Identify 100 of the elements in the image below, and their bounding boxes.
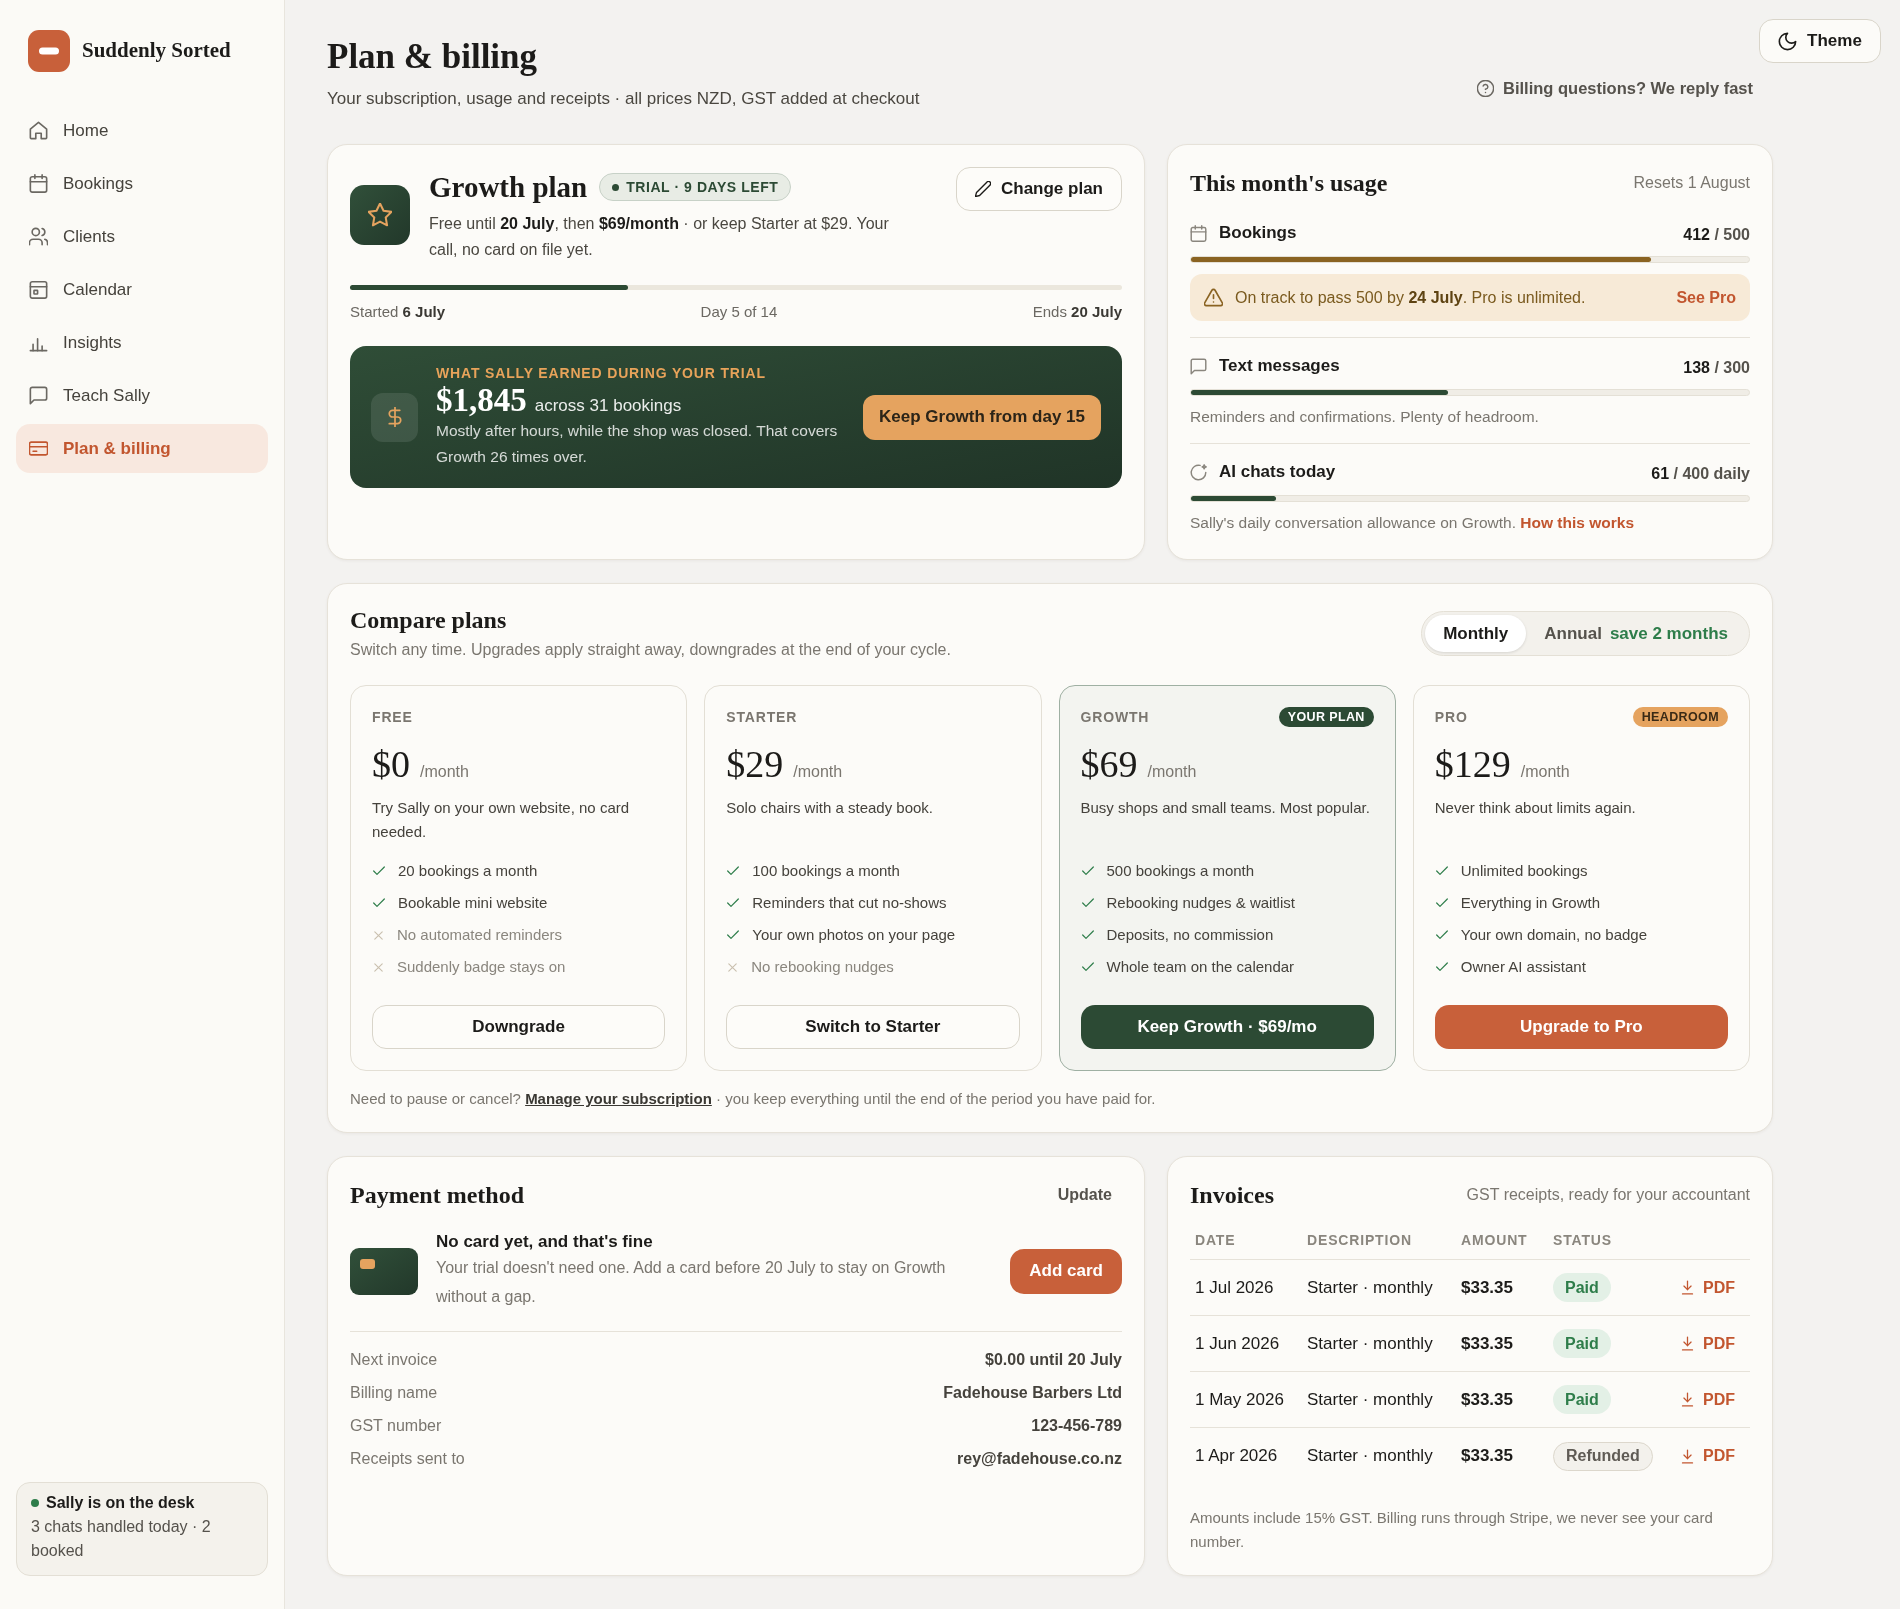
- plan-feature: Whole team on the calendar: [1106, 956, 1295, 977]
- help-icon: [1477, 80, 1494, 98]
- earnings-amount: $1,845: [436, 381, 527, 418]
- earnings-text: Mostly after hours, while the shop was closed. That covers Growth 26 times over.: [436, 421, 839, 468]
- detail-label: Receipts sent to: [350, 1449, 465, 1469]
- detail-value: 123-456-789: [1031, 1416, 1122, 1436]
- status-title: Sally is on the desk: [46, 1493, 195, 1513]
- plan-feature: Unlimited bookings: [1460, 860, 1588, 881]
- manage-subscription-link[interactable]: Manage your subscription: [525, 1090, 712, 1107]
- plan-action-button[interactable]: Keep Growth · $69/mo: [1080, 1005, 1374, 1049]
- billing-period-option[interactable]: Annual save 2 months: [1526, 615, 1746, 652]
- trial-days-text: TRIAL · 9 DAYS LEFT: [626, 177, 779, 197]
- alert-text: On track to pass 500 by 24 July. Pro is unlimited.: [1235, 287, 1586, 308]
- pencil-icon: [975, 181, 991, 197]
- plan-feature: 100 bookings a month: [752, 860, 900, 881]
- price-period: /month: [793, 762, 843, 782]
- change-plan-button[interactable]: Change plan: [956, 167, 1122, 211]
- sparkle-circle-icon: [1190, 463, 1207, 481]
- usage-label: Bookings: [1219, 222, 1297, 245]
- download-icon: [1680, 1336, 1695, 1351]
- status-badge: Refunded: [1553, 1441, 1653, 1471]
- chat-bubble-icon: [1190, 357, 1207, 375]
- credit-card-icon: [350, 1247, 418, 1295]
- trial-end-date: Ends 20 July: [1032, 302, 1122, 322]
- plan-description: Solo chairs with a steady book.: [726, 798, 935, 818]
- update-button[interactable]: Update: [1047, 1180, 1122, 1210]
- card-subtitle: GST receipts, ready for your accountant: [1466, 1185, 1750, 1205]
- nav-item[interactable]: Teach Sally: [16, 371, 268, 420]
- invoice-date: 1 Jul 2026: [1194, 1276, 1275, 1299]
- how-this-works-link[interactable]: How this works: [1520, 514, 1635, 531]
- invoice-footnote: Amounts include 15% GST. Billing runs through Stripe, we never see your card number.: [1190, 1508, 1714, 1552]
- usage-note: Reminders and confirmations. Plenty of headroom.: [1190, 407, 1540, 427]
- plan-action-button[interactable]: Downgrade: [372, 1005, 666, 1049]
- plan-feature: Bookable mini website: [398, 892, 548, 913]
- plan-feature: Your own domain, no badge: [1460, 924, 1647, 945]
- plan-feature: Suddenly badge stays on: [397, 956, 566, 977]
- detail-label: Next invoice: [350, 1350, 438, 1370]
- nav-item[interactable]: Insights: [16, 318, 268, 367]
- theme-button[interactable]: Theme: [1759, 19, 1881, 63]
- add-card-button[interactable]: Add card: [1010, 1248, 1122, 1294]
- brand-name: Suddenly Sorted: [82, 37, 231, 65]
- plan-feature: Your own photos on your page: [752, 924, 956, 945]
- moon-icon: [1778, 31, 1798, 51]
- pdf-download-link[interactable]: PDF: [1680, 1444, 1735, 1468]
- plan-action-button[interactable]: Switch to Starter: [726, 1005, 1020, 1049]
- pdf-download-link[interactable]: PDF: [1680, 1331, 1735, 1356]
- invoice-date: 1 May 2026: [1194, 1388, 1285, 1411]
- card-subtitle: Switch any time. Upgrades apply straight away, downgrades at the end of your cycle.: [350, 640, 951, 660]
- invoice-description: Starter · monthly: [1307, 1388, 1434, 1411]
- keep-growth-button[interactable]: Keep Growth from day 15: [863, 394, 1101, 440]
- price-period: /month: [420, 762, 469, 782]
- plan-description: Free until 20 July, then $69/month · or keep Starter at $29. Your call, no card on file yet.: [429, 214, 890, 260]
- card-title: Invoices: [1190, 1181, 1274, 1210]
- nav-item[interactable]: Bookings: [16, 159, 268, 208]
- dollar-icon: [371, 392, 418, 442]
- plan-price: $129: [1434, 744, 1511, 784]
- notice-title: No card yet, and that's fine: [436, 1231, 654, 1253]
- plan-feature: Rebooking nudges & waitlist: [1106, 892, 1295, 913]
- plan-description: Never think about limits again.: [1434, 798, 1637, 818]
- plan-action-button[interactable]: Upgrade to Pro: [1434, 1005, 1728, 1049]
- invoice-description: Starter · monthly: [1307, 1445, 1434, 1468]
- plan-title: Growth plan: [429, 170, 588, 205]
- plan-feature: No automated reminders: [397, 924, 563, 945]
- status-badge: Paid: [1553, 1329, 1611, 1358]
- invoice-amount: $33.35: [1461, 1332, 1514, 1355]
- plan-name: PRO: [1434, 707, 1468, 727]
- column-header: AMOUNT: [1461, 1231, 1529, 1250]
- billing-period-option[interactable]: Monthly: [1425, 615, 1527, 652]
- chat-bubble-icon: [29, 386, 48, 405]
- price-period: /month: [1147, 762, 1197, 782]
- nav-item[interactable]: Calendar: [16, 265, 268, 314]
- invoice-amount: $33.35: [1461, 1276, 1514, 1299]
- nav-item[interactable]: Plan & billing: [16, 424, 268, 473]
- trial-start-date: Started 6 July: [350, 302, 446, 322]
- plan-feature: Reminders that cut no-shows: [752, 892, 947, 913]
- billing-help-link[interactable]: Billing questions? We reply fast: [1477, 76, 1753, 101]
- plan-name: GROWTH: [1080, 707, 1150, 727]
- nav-item[interactable]: Clients: [16, 212, 268, 261]
- calendar-icon: [29, 280, 48, 299]
- plan-feature: 500 bookings a month: [1106, 860, 1255, 881]
- usage-label: AI chats today: [1219, 461, 1336, 484]
- nav-item[interactable]: Home: [16, 106, 268, 155]
- card-title: This month's usage: [1190, 169, 1388, 198]
- status-badge: Paid: [1553, 1273, 1611, 1302]
- plan-price: $29: [726, 744, 784, 784]
- invoice-amount: $33.35: [1461, 1445, 1514, 1468]
- pdf-download-link[interactable]: PDF: [1680, 1387, 1735, 1412]
- download-icon: [1680, 1280, 1695, 1295]
- invoice-date: 1 Apr 2026: [1194, 1445, 1279, 1468]
- home-icon: [29, 121, 48, 140]
- card-title: Payment method: [350, 1181, 524, 1210]
- plan-feature: Owner AI assistant: [1460, 956, 1586, 977]
- usage-note: Sally's daily conversation allowance on Growth. How this works: [1190, 513, 1636, 533]
- see-pro-link[interactable]: See Pro: [1676, 285, 1736, 310]
- plan-name: FREE: [372, 707, 413, 727]
- price-period: /month: [1520, 762, 1570, 782]
- pdf-download-link[interactable]: PDF: [1680, 1275, 1735, 1300]
- card-title: Compare plans: [350, 606, 508, 635]
- people-icon: [29, 227, 48, 246]
- usage-reading: 138 / 300: [1683, 358, 1750, 378]
